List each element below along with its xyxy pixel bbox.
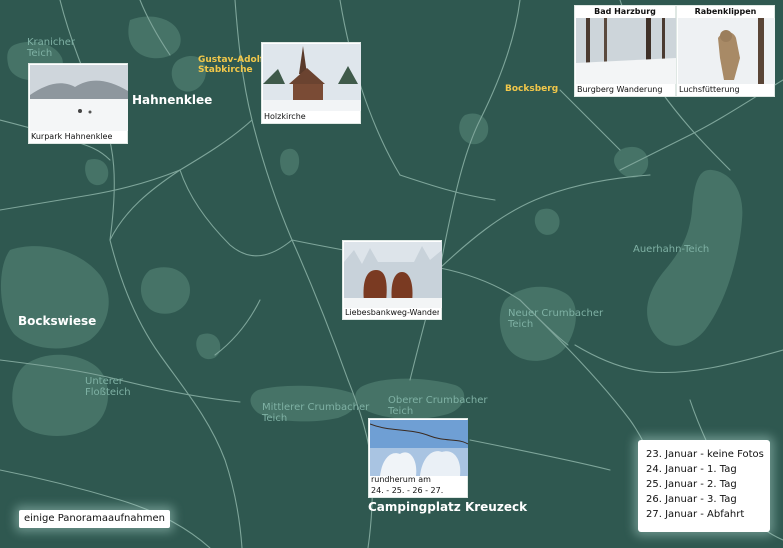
photo-caption-line1: rundherum am	[371, 475, 431, 484]
snowy-trees-photo-icon	[370, 420, 468, 476]
legend-day-4[interactable]: 26. Januar - 3. Tag	[638, 492, 770, 507]
label-oberer-crumbacher-teich: Oberer Crumbacher Teich	[388, 395, 488, 417]
photo-rundherum[interactable]: rundherum am 24. - 25. - 26 - 27.	[368, 418, 468, 498]
label-unterer-flossteich: Unterer Floßteich	[85, 376, 131, 398]
photo-caption: Liebesbankweg-Wanderung	[345, 308, 439, 317]
lake-auerhahn-teich	[647, 169, 743, 346]
photo-luchsfuetterung[interactable]: Rabenklippen Luchsfütterung	[676, 5, 775, 97]
label-hahnenklee: Hahnenklee	[132, 93, 213, 107]
photo-caption: Holzkirche	[264, 112, 306, 121]
legend-day-1[interactable]: 23. Januar - keine Fotos	[638, 447, 770, 462]
day-legend: 23. Januar - keine Fotos 24. Januar - 1. …	[638, 440, 770, 532]
stave-church-photo-icon	[263, 44, 361, 111]
day-legend-list: 23. Januar - keine Fotos 24. Januar - 1. …	[638, 440, 770, 522]
photo-caption: Kurpark Hahnenklee	[31, 132, 113, 141]
label-kranicher-teich: Kranicher Teich	[27, 37, 76, 59]
photo-holzkirche[interactable]: Holzkirche	[261, 42, 361, 124]
label-gustav-adolf-stabkirche: Gustav-Adolf Stabkirche	[198, 55, 264, 75]
label-neuer-crumbacher-teich: Neuer Crumbacher Teich	[508, 308, 604, 330]
photo-burgberg-wanderung[interactable]: Bad Harzburg Burgberg Wanderung	[574, 5, 676, 97]
photo-caption-line2: 24. - 25. - 26 - 27.	[371, 486, 444, 495]
legend-day-5[interactable]: 27. Januar - Abfahrt	[638, 507, 770, 522]
bench-figures-photo-icon	[344, 242, 442, 308]
label-auerhahn-teich: Auerhahn-Teich	[633, 244, 710, 255]
forest-path-photo-icon	[576, 18, 676, 84]
photo-caption: Luchsfütterung	[679, 85, 740, 94]
lake-bockswiese	[0, 246, 109, 349]
snowy-park-photo-icon	[30, 65, 128, 131]
label-mittlerer-crumbacher-teich: Mittlerer Crumbacher Teich	[262, 402, 370, 424]
label-campingplatz-kreuzeck: Campingplatz Kreuzeck	[368, 500, 528, 514]
label-bockswiese: Bockswiese	[18, 314, 97, 328]
photo-title: Rabenklippen	[694, 7, 757, 16]
photo-title: Bad Harzburg	[594, 7, 656, 16]
label-bocksberg: Bocksberg	[505, 84, 559, 94]
lynx-photo-icon	[678, 18, 775, 84]
panorama-button[interactable]: einige Panoramaaufnahmen	[19, 510, 171, 528]
map-canvas: Kranicher Teich Auerhahn-Teich Neuer Crum…	[0, 0, 783, 548]
photo-caption: Burgberg Wanderung	[577, 85, 663, 94]
legend-day-3[interactable]: 25. Januar - 2. Tag	[638, 477, 770, 492]
photo-kurpark-hahnenklee[interactable]: Kurpark Hahnenklee	[28, 63, 128, 144]
photo-liebesbankweg-wanderung[interactable]: Liebesbankweg-Wanderung	[342, 240, 442, 320]
legend-day-2[interactable]: 24. Januar - 1. Tag	[638, 462, 770, 477]
